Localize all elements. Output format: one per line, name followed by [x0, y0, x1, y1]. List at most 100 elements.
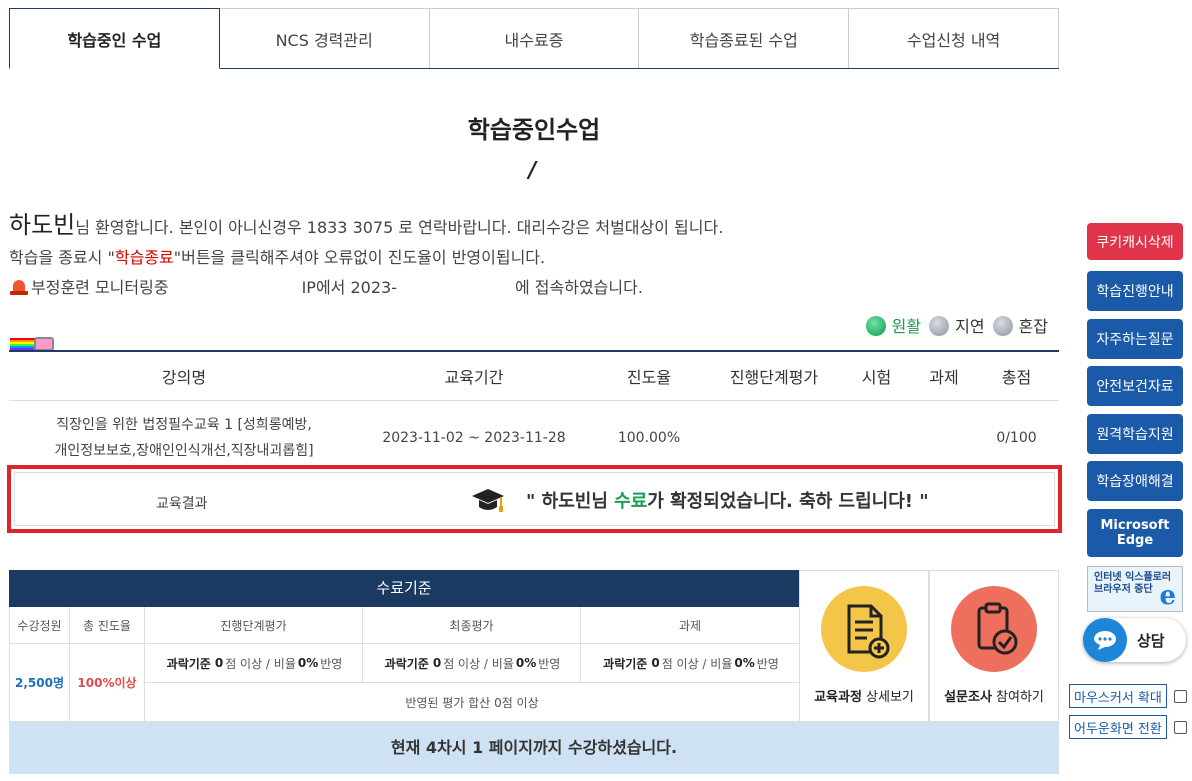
assignment-criteria: 과락기준 0 점 이상 / 비율 0% 반영 [581, 644, 800, 683]
clipboard-check-icon [951, 586, 1037, 672]
tab-my-certificate[interactable]: 내수료증 [429, 8, 640, 68]
eval-suffix: 반영 [538, 656, 561, 671]
result-label: 교육결과 [156, 496, 208, 512]
ie-logo-icon: e [1159, 581, 1176, 611]
course-title-line2: 개인정보보호,장애인인식개선,직장내괴롭힘] [54, 442, 314, 459]
mouse-zoom-label[interactable]: 마우스커서 확대 [1069, 684, 1167, 708]
eval-mid: 점 이상 / 비율 [661, 656, 733, 671]
gray-dot-icon [929, 316, 950, 336]
tab-bar: 학습중인 수업 NCS 경력관리 내수료증 학습종료된 수업 수업신청 내역 [9, 8, 1059, 69]
troubleshooting-button[interactable]: 학습장애해결 [1087, 461, 1183, 501]
tab-ncs-career[interactable]: NCS 경력관리 [219, 8, 430, 68]
finish-learning-keyword: 학습종료 [114, 248, 174, 267]
server-status-legend: 원활 지연 혼잡 [865, 313, 1048, 337]
learning-guide-button[interactable]: 학습진행안내 [1087, 271, 1183, 311]
criteria-title: 수료기준 [9, 570, 799, 607]
remote-support-button[interactable]: 원격학습지원 [1087, 414, 1183, 454]
chat-consult-button[interactable]: 상담 [1083, 618, 1186, 662]
course-progress: 100.00% [617, 429, 681, 446]
completion-msg-post: 가 확정되었습니다. 축하 드립니다! " [647, 491, 929, 512]
legend-delay-label: 지연 [955, 317, 985, 336]
page-title: 학습중인수업 [467, 116, 601, 144]
eval-prefix: 과락기준 [166, 656, 211, 671]
legend-smooth: 원활 [865, 313, 922, 337]
course-detail-rest: 상세보기 [861, 690, 914, 705]
course-title-line1: 직장인을 위한 법정필수교육 1 [성희롱예방, [56, 416, 312, 433]
ie-end-banner[interactable]: 인터넷 익스플로러 브라우저 중단 e [1087, 566, 1183, 612]
microsoft-edge-button[interactable]: Microsoft Edge [1087, 509, 1183, 557]
eval-zero: 0 [651, 656, 660, 670]
eval-mid: 점 이상 / 비율 [225, 656, 296, 671]
faq-button[interactable]: 자주하는질문 [1087, 319, 1183, 359]
final-eval-criteria: 과락기준 0 점 이상 / 비율 0% 반영 [363, 644, 581, 683]
welcome-message: 하도빈님 환영합니다. 본인이 아니신경우 1833 3075 로 연락바랍니다… [9, 210, 723, 303]
gray-dot-icon [992, 316, 1013, 336]
criteria-header-stage-eval: 진행단계평가 [145, 607, 363, 644]
tab-learning-courses[interactable]: 학습중인 수업 [9, 8, 220, 69]
legend-busy-label: 혼잡 [1018, 317, 1048, 336]
total-progress-value: 100%이상 [70, 644, 145, 722]
course-detail-label: 교육과정 상세보기 [800, 686, 928, 705]
col-period: 교육기간 [444, 368, 504, 387]
course-detail-button[interactable]: 교육과정 상세보기 [799, 570, 929, 722]
chat-label: 상담 [1137, 631, 1165, 650]
tab-finished-courses[interactable]: 학습종료된 수업 [639, 8, 850, 68]
access-text: 에 접속하였습니다. [514, 278, 643, 297]
document-plus-icon [821, 586, 907, 672]
col-stage-eval: 진행단계평가 [729, 368, 819, 387]
green-dot-icon [865, 316, 886, 336]
tab-application-history[interactable]: 수업신청 내역 [849, 8, 1059, 68]
user-name: 하도빈 [9, 211, 76, 239]
safety-materials-button[interactable]: 안전보건자료 [1087, 366, 1183, 406]
survey-rest: 참여하기 [991, 690, 1044, 705]
completion-message: " 하도빈님 수료가 확정되었습니다. 축하 드립니다! " [526, 487, 929, 513]
eval-zero: 0 [214, 656, 224, 670]
clear-cache-button[interactable]: 쿠키캐시삭제 [1087, 223, 1183, 260]
legend-busy: 혼잡 [992, 313, 1048, 337]
welcome-line1: 님 환영합니다. 본인이 아니신경우 1833 3075 로 연락바랍니다. 대… [75, 218, 724, 237]
eval-pct: 0% [515, 656, 537, 670]
chat-bubble-icon [1083, 618, 1127, 662]
criteria-grid: 수강정원 총 진도율 진행단계평가 최종평가 과제 2,500명 100%이상 … [9, 607, 800, 722]
mouse-zoom-checkbox[interactable] [1174, 690, 1187, 703]
course-total: 0/100 [996, 429, 1037, 446]
legend-smooth-label: 원활 [891, 317, 922, 336]
graduation-cap-icon [472, 489, 504, 512]
survey-button[interactable]: 설문조사 참여하기 [929, 570, 1059, 722]
dark-mode-label[interactable]: 어두운화면 전환 [1069, 715, 1167, 739]
criteria-header-assignment: 과제 [581, 607, 800, 644]
siren-icon [9, 278, 29, 296]
eval-prefix: 과락기준 [603, 656, 648, 671]
col-total: 총점 [1001, 368, 1032, 387]
survey-label: 설문조사 참여하기 [930, 686, 1058, 705]
course-detail-bold: 교육과정 [814, 690, 862, 705]
legend-delay: 지연 [929, 313, 985, 337]
col-progress: 진도율 [626, 368, 672, 387]
completion-msg-pre: " 하도빈님 [526, 491, 615, 512]
table-row[interactable]: 직장인을 위한 법정필수교육 1 [성희롱예방, 개인정보보호,장애인인식개선,직… [9, 401, 1059, 474]
eval-mid: 점 이상 / 비율 [443, 656, 514, 671]
welcome-line2-pre: 학습을 종료시 " [9, 248, 115, 267]
welcome-line2-post: "버튼을 클릭해주셔야 오류없이 진도율이 반영이됩니다. [173, 248, 546, 267]
survey-bold: 설문조사 [944, 690, 992, 705]
education-result-highlight: 교육결과 " 하도빈님 수료가 확정되었습니다. 축하 드립니다! " [7, 465, 1062, 533]
title-divider: / [525, 158, 539, 183]
eval-suffix: 반영 [756, 656, 779, 671]
sum-criteria: 반영된 평가 합산 0점 이상 [145, 683, 800, 722]
criteria-header-capacity: 수강정원 [10, 607, 70, 644]
course-title[interactable]: 직장인을 위한 법정필수교육 1 [성희롱예방, 개인정보보호,장애인인식개선,직… [9, 412, 359, 464]
eval-pct: 0% [734, 656, 755, 670]
col-exam: 시험 [861, 368, 892, 387]
completion-keyword: 수료 [614, 491, 648, 512]
study-status-bar: 현재 4차시 1 페이지까지 수강하셨습니다. [9, 722, 1059, 774]
criteria-header-progress: 총 진도율 [70, 607, 145, 644]
completion-criteria-table: 수료기준 수강정원 총 진도율 진행단계평가 최종평가 과제 2,500명 10… [9, 570, 800, 722]
eval-zero: 0 [432, 656, 442, 670]
course-period: 2023-11-02 ~ 2023-11-28 [382, 429, 566, 446]
ip-text: IP에서 2023- [301, 278, 397, 297]
col-course-name: 강의명 [161, 368, 207, 387]
criteria-header-final-eval: 최종평가 [363, 607, 581, 644]
eval-pct: 0% [297, 656, 319, 670]
stage-eval-criteria: 과락기준 0 점 이상 / 비율 0% 반영 [145, 644, 363, 683]
dark-mode-checkbox[interactable] [1174, 721, 1187, 734]
